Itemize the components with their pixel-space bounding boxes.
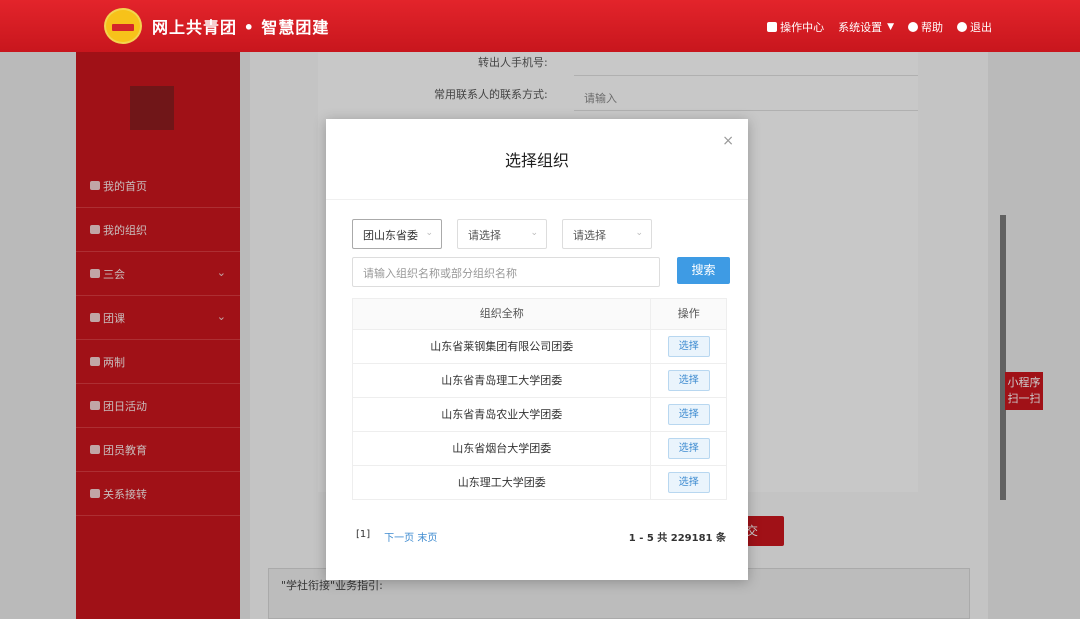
power-icon xyxy=(957,22,967,32)
table-row: 山东省烟台大学团委 选择 xyxy=(353,431,726,465)
chevron-down-icon: ⌄ xyxy=(635,228,643,238)
select-button[interactable]: 选择 xyxy=(667,438,710,459)
select-button[interactable]: 选择 xyxy=(667,472,710,493)
chevron-down-icon: ▼ xyxy=(887,22,894,32)
table-row: 山东省青岛理工大学团委 选择 xyxy=(353,363,726,397)
last-page-link[interactable]: 末页 xyxy=(417,533,437,544)
next-page-link[interactable]: 下一页 xyxy=(384,533,414,544)
select-button[interactable]: 选择 xyxy=(667,370,710,391)
nav-help[interactable]: 帮助 xyxy=(908,19,943,35)
chevron-down-icon: ⌄ xyxy=(425,228,433,238)
org-name: 山东理工大学团委 xyxy=(353,466,652,499)
top-nav: 操作中心 系统设置 ▼ 帮助 退出 xyxy=(767,19,992,35)
brand-title: 网上共青团 • 智慧团建 xyxy=(152,18,330,37)
divider xyxy=(326,199,748,200)
select-button[interactable]: 选择 xyxy=(667,336,710,357)
select-organization-modal: × 选择组织 团山东省委 ⌄ 请选择 ⌄ 请选择 ⌄ 请输入组织名称或部分组织名… xyxy=(326,119,748,580)
org-name: 山东省青岛农业大学团委 xyxy=(353,398,652,431)
youth-league-logo-icon xyxy=(104,8,142,44)
nav-system-settings[interactable]: 系统设置 ▼ xyxy=(838,19,894,35)
current-page: [1] xyxy=(356,529,371,540)
district-select[interactable]: 请选择 ⌄ xyxy=(562,219,652,249)
table-row: 山东理工大学团委 选择 xyxy=(353,465,726,499)
pagination: [1] 下一页 末页 xyxy=(356,529,437,544)
modal-title: 选择组织 xyxy=(504,151,569,170)
org-name: 山东省莱钢集团有限公司团委 xyxy=(353,330,652,363)
nav-logout[interactable]: 退出 xyxy=(957,19,992,35)
select-button[interactable]: 选择 xyxy=(667,404,710,425)
nav-operation-center[interactable]: 操作中心 xyxy=(767,19,824,35)
column-header-action: 操作 xyxy=(677,307,700,320)
city-select[interactable]: 请选择 ⌄ xyxy=(457,219,547,249)
org-name: 山东省烟台大学团委 xyxy=(353,432,652,465)
search-button[interactable]: 搜索 xyxy=(677,257,730,284)
mail-icon xyxy=(767,22,778,32)
org-name: 山东省青岛理工大学团委 xyxy=(353,364,652,397)
chevron-down-icon: ⌄ xyxy=(530,228,538,238)
total-count: 1 - 5 共 229181 条 xyxy=(628,533,726,544)
column-header-name: 组织全称 xyxy=(353,299,652,329)
province-select[interactable]: 团山东省委 ⌄ xyxy=(352,219,442,249)
org-table: 组织全称 操作 山东省莱钢集团有限公司团委 选择 山东省青岛理工大学团委 选择 … xyxy=(352,298,727,500)
table-row: 山东省莱钢集团有限公司团委 选择 xyxy=(353,329,726,363)
top-header: 网上共青团 • 智慧团建 操作中心 系统设置 ▼ 帮助 退出 xyxy=(0,0,1080,52)
org-search-input[interactable]: 请输入组织名称或部分组织名称 xyxy=(352,257,660,287)
table-row: 山东省青岛农业大学团委 选择 xyxy=(353,397,726,431)
table-header: 组织全称 操作 xyxy=(353,299,726,329)
help-icon xyxy=(908,22,918,32)
